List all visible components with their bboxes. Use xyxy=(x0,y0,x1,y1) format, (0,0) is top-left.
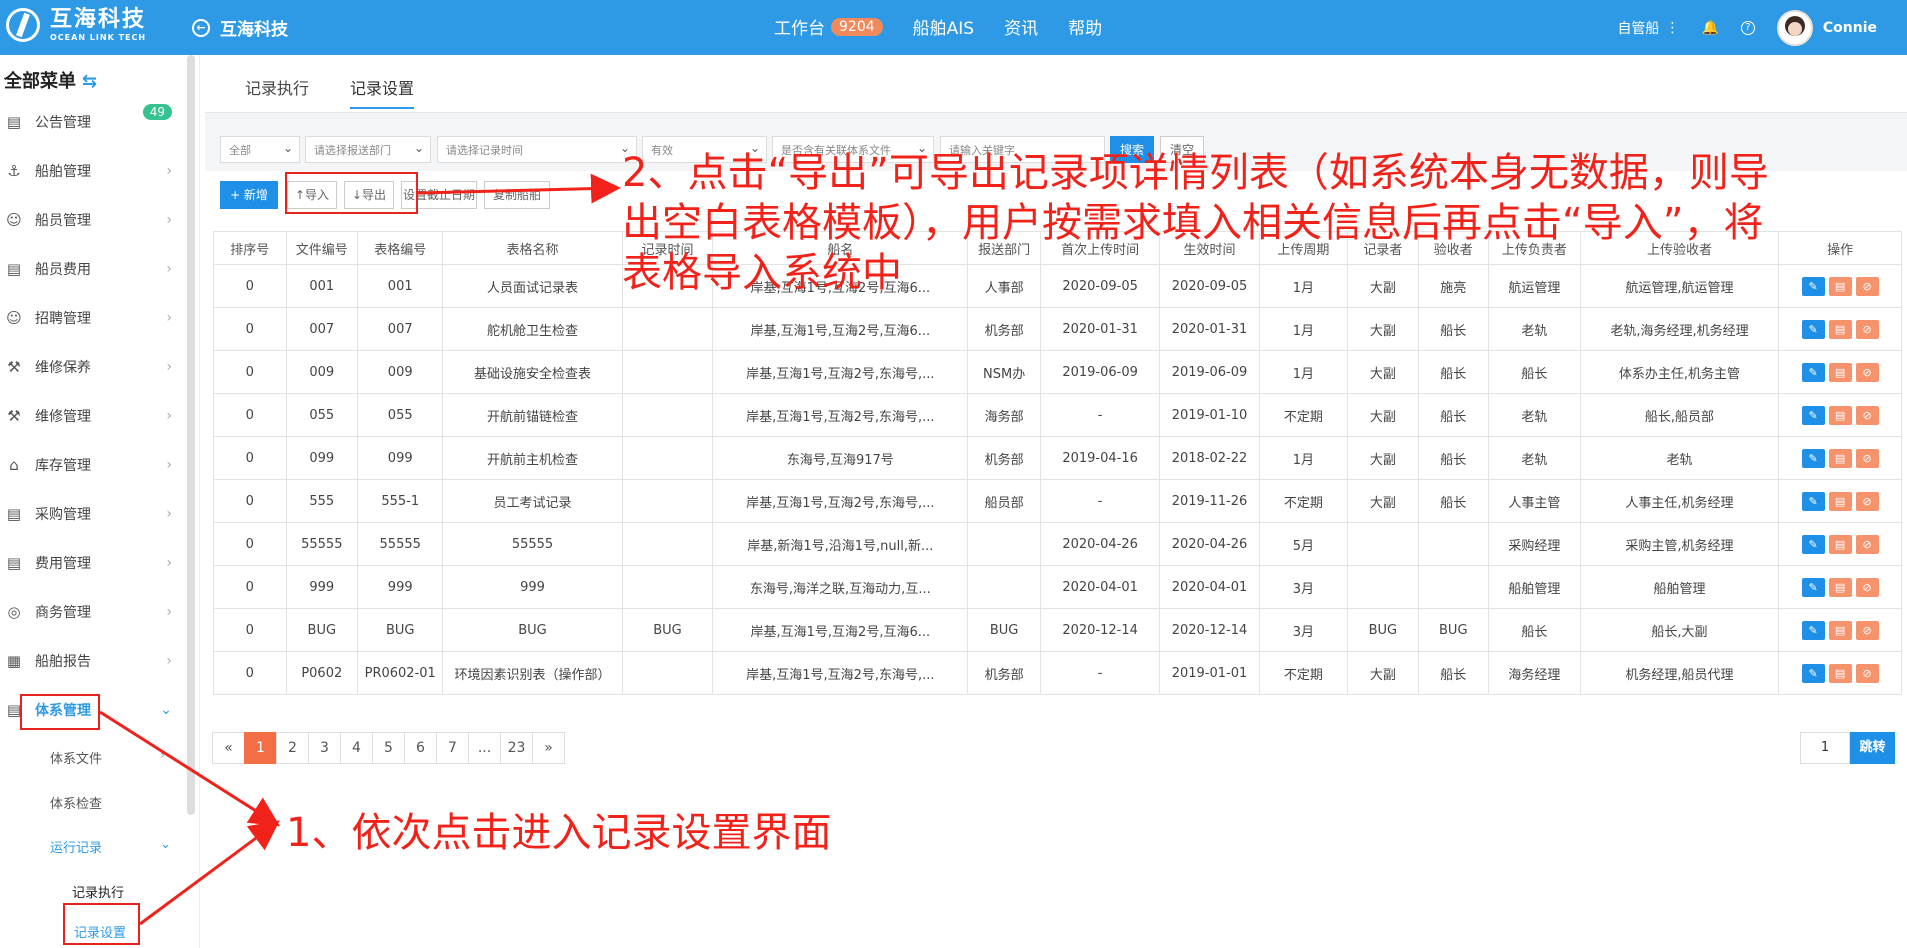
arrow-from-setting xyxy=(139,820,280,926)
annotation-step1: 1、依次点击进入记录设置界面 xyxy=(286,810,832,856)
annotation-line: 出空白表格模板），用户按需求填入相关信息后再点击“导入”，将 xyxy=(622,200,1764,246)
arrow-to-export xyxy=(417,173,621,204)
annotation-line: 表格导入系统中 xyxy=(622,250,902,296)
arrow-from-system xyxy=(99,710,281,827)
annotation-line: 2、点击“导出”可导出记录项详情列表（如系统本身无数据，则导 xyxy=(622,150,1769,196)
annotation-export-import: 2、点击“导出”可导出记录项详情列表（如系统本身无数据，则导 出空白表格模板），… xyxy=(622,148,1769,298)
